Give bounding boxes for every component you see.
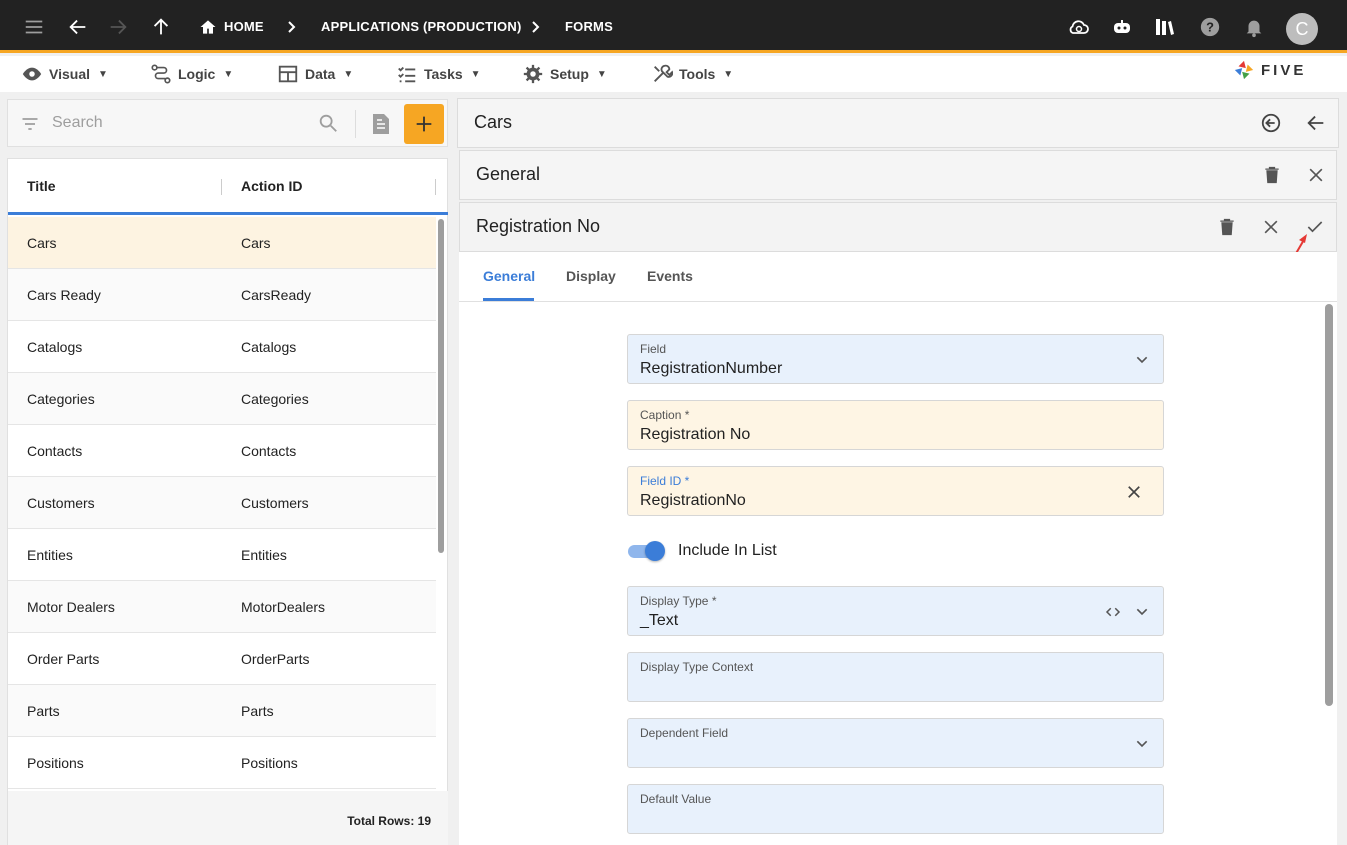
dependent-field-select[interactable]: Dependent Field [627, 718, 1164, 768]
table-icon [278, 65, 298, 83]
breadcrumb-home[interactable]: HOME [224, 19, 264, 34]
delete-icon[interactable] [1260, 163, 1284, 187]
back-arrow-icon[interactable] [1304, 111, 1328, 135]
chevron-down-icon[interactable] [1131, 733, 1153, 755]
eye-icon [22, 67, 42, 81]
caption-field[interactable]: Caption * Registration No [627, 400, 1164, 450]
forward-arrow-icon[interactable] [105, 14, 131, 40]
table-row[interactable]: Customers Customers [8, 477, 436, 529]
tab-events[interactable]: Events [647, 268, 693, 284]
library-icon[interactable] [1152, 14, 1178, 40]
table-row[interactable]: Parts Parts [8, 685, 436, 737]
delete-icon[interactable] [1215, 215, 1239, 239]
tools-icon [654, 64, 673, 82]
panel-header-general: General [459, 150, 1337, 200]
tab-display[interactable]: Display [566, 268, 616, 284]
menu-setup[interactable]: Setup ▼ [522, 63, 607, 85]
table-row[interactable]: Motor Dealers MotorDealers [8, 581, 436, 633]
plus-icon [416, 116, 432, 132]
default-value-input[interactable]: Default Value [627, 784, 1164, 834]
menu-visual[interactable]: Visual ▼ [21, 63, 108, 85]
close-icon[interactable] [1304, 163, 1328, 187]
chevron-right-icon [285, 17, 299, 37]
chatbot-icon[interactable] [1109, 14, 1135, 40]
add-button[interactable] [404, 104, 444, 144]
list-scrollbar-thumb[interactable] [438, 219, 444, 553]
include-in-list-label: Include In List [678, 542, 777, 559]
help-icon[interactable]: ? [1197, 14, 1223, 40]
menu-logic[interactable]: Logic ▼ [150, 63, 233, 85]
table-row[interactable]: Entities Entities [8, 529, 436, 581]
column-header-title[interactable]: Title [27, 178, 56, 194]
top-bar: HOME APPLICATIONS (PRODUCTION) FORMS ? C [0, 0, 1347, 53]
display-type-context-input[interactable]: Display Type Context [627, 652, 1164, 702]
circle-back-icon[interactable] [1259, 111, 1283, 135]
clear-icon[interactable] [1123, 481, 1145, 503]
field-id-input[interactable]: Field ID * RegistrationNo [627, 466, 1164, 516]
table-row[interactable]: Cars Ready CarsReady [8, 269, 436, 321]
five-logo-icon [1234, 60, 1254, 80]
active-tab-indicator [483, 298, 534, 301]
bell-icon[interactable] [1241, 14, 1267, 40]
document-icon[interactable] [370, 112, 392, 136]
table-row[interactable]: Positions Positions [8, 737, 436, 789]
search-bar: Search [7, 99, 448, 147]
tab-general[interactable]: General [483, 268, 535, 284]
table-row[interactable]: Order Parts OrderParts [8, 633, 436, 685]
home-icon[interactable] [195, 14, 221, 40]
table-row[interactable]: Categories Categories [8, 373, 436, 425]
close-icon[interactable] [1259, 215, 1283, 239]
search-icon[interactable] [317, 112, 339, 134]
menu-tasks[interactable]: Tasks ▼ [396, 63, 481, 85]
menu-icon[interactable] [21, 14, 47, 40]
menu-bar: Visual ▼ Logic ▼ Data ▼ Tasks ▼ Setup ▼ Tools… [0, 56, 1347, 92]
five-logo: FIVE [1233, 58, 1306, 82]
panel-header-cars: Cars [457, 98, 1339, 148]
column-divider[interactable] [435, 179, 436, 195]
total-rows: Total Rows: 19 [347, 814, 431, 828]
include-in-list-toggle[interactable] [628, 541, 666, 561]
menu-data[interactable]: Data ▼ [277, 63, 353, 85]
panel-title: General [476, 164, 541, 184]
table-row[interactable]: Catalogs Catalogs [8, 321, 436, 373]
display-type-select[interactable]: Display Type * _Text [627, 586, 1164, 636]
divider [355, 110, 356, 138]
list-footer: Total Rows: 19 [8, 791, 448, 845]
table-row[interactable]: Cars Cars [8, 217, 436, 269]
field-select[interactable]: Field RegistrationNumber [627, 334, 1164, 384]
list-scrollbar[interactable] [436, 217, 448, 789]
form-tabs: General Display Events [459, 252, 1337, 302]
column-divider[interactable] [221, 179, 222, 195]
up-arrow-icon[interactable] [148, 14, 174, 40]
panel-title: Cars [474, 112, 513, 132]
records-list: Title Action ID Cars Cars Cars Ready CarsR… [7, 158, 448, 845]
back-arrow-icon[interactable] [65, 14, 91, 40]
filter-icon[interactable] [20, 114, 40, 134]
chevron-right-icon [529, 17, 543, 37]
panel-title: Registration No [476, 216, 601, 236]
chevron-down-icon[interactable] [1131, 349, 1153, 371]
list-header: Title Action ID [8, 159, 448, 215]
code-icon[interactable] [1102, 601, 1124, 623]
svg-text:?: ? [1206, 20, 1214, 35]
chevron-down-icon[interactable] [1131, 601, 1153, 623]
form-scrollbar[interactable] [1325, 304, 1333, 706]
column-header-action-id[interactable]: Action ID [241, 178, 302, 194]
search-input[interactable]: Search [52, 114, 103, 132]
breadcrumb-forms[interactable]: FORMS [565, 19, 613, 34]
cloud-icon[interactable] [1066, 14, 1092, 40]
gear-icon [523, 64, 543, 84]
panel-header-registration-no: Registration No [459, 202, 1337, 252]
menu-tools[interactable]: Tools ▼ [651, 63, 733, 85]
checklist-icon [398, 66, 416, 83]
table-row[interactable]: Contacts Contacts [8, 425, 436, 477]
logic-icon [151, 64, 171, 84]
breadcrumb-applications[interactable]: APPLICATIONS (PRODUCTION) [321, 19, 521, 34]
avatar[interactable]: C [1286, 13, 1318, 45]
